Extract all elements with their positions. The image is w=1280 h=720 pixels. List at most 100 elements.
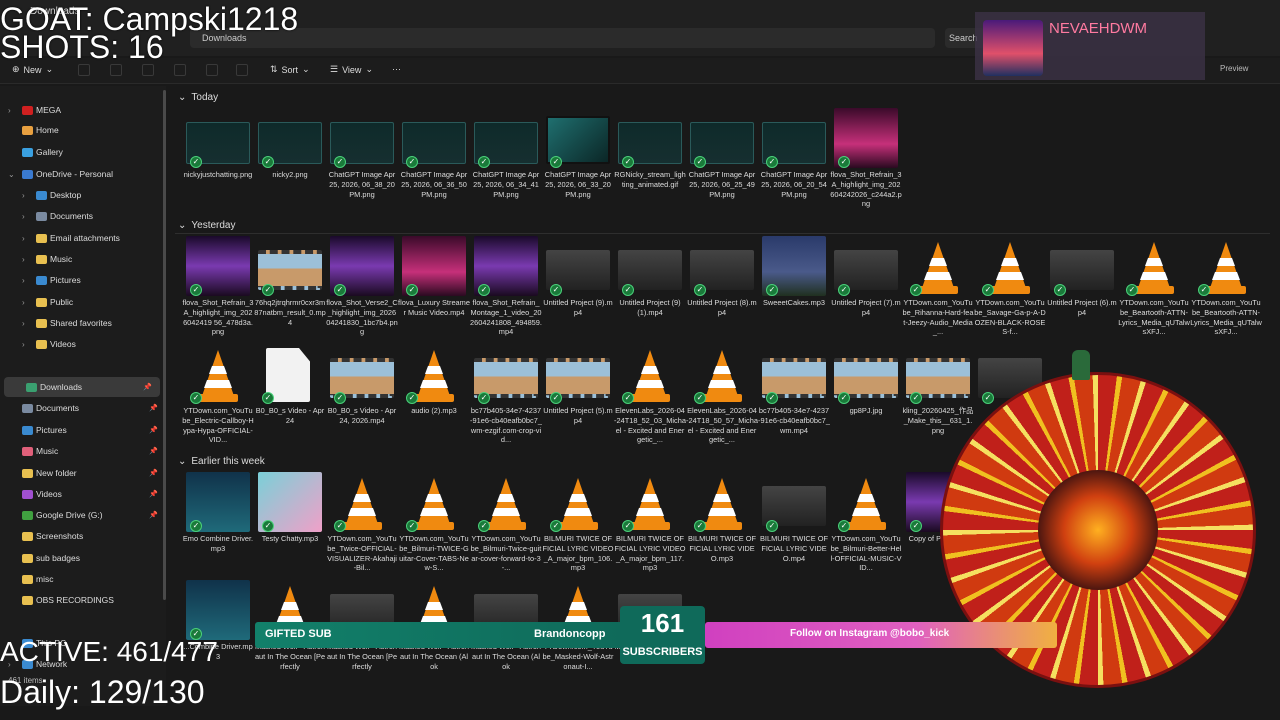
sidebar-item-videos[interactable]: Videos 📌 (0, 484, 166, 504)
group-header-today[interactable]: ⌄ Today (178, 92, 218, 103)
file-item[interactable]: ✓ gp8PJ.jpg (830, 344, 902, 452)
sidebar-item-public[interactable]: › Public (0, 292, 166, 312)
file-item[interactable]: ✓ ChatGPT Image Apr 25, 2026, 06_20_54 PM… (758, 108, 830, 216)
sidebar-item-videos[interactable]: › Videos (0, 334, 166, 354)
chevron-icon[interactable]: › (22, 255, 25, 264)
sidebar-item-gallery[interactable]: Gallery (0, 142, 166, 162)
file-item[interactable]: ✓ BILMURI TWICE OFFICIAL LYRIC VIDEO_A_ma… (542, 472, 614, 580)
file-item[interactable]: ✓ nicky2.png (254, 108, 326, 216)
sidebar-item-google-drive-g-[interactable]: Google Drive (G:) 📌 (0, 505, 166, 525)
file-item[interactable]: ✓ YTDown.com_YouTube_Rihanna-Hard-feat-Je… (902, 236, 974, 344)
sidebar-item-mega[interactable]: › MEGA (0, 100, 166, 120)
file-item[interactable]: ✓ ChatGPT Image Apr 25, 2026, 06_34_41 PM… (470, 108, 542, 216)
sidebar-item-documents[interactable]: › Documents (0, 206, 166, 226)
address-bar[interactable]: Downloads (190, 28, 935, 48)
file-item[interactable]: ✓ Emo Combine Driver.mp3 (182, 472, 254, 580)
chevron-icon[interactable]: ⌄ (8, 170, 15, 179)
chevron-icon[interactable]: › (22, 276, 25, 285)
file-item[interactable]: ✓ B0_B0_s Video - Apr 24 (254, 344, 326, 452)
group-header-yesterday[interactable]: ⌄ Yesterday (178, 220, 236, 231)
chevron-icon[interactable]: › (22, 319, 25, 328)
file-item[interactable]: ✓ YTDown.com_YouTube_Beartooth-ATTN-Lyric… (1118, 236, 1190, 344)
file-item[interactable]: ✓ YTDown.com_YouTube_Bilmuri-TWICE-Guitar… (398, 472, 470, 580)
file-item[interactable]: ✓ ChatGPT Image Apr 25, 2026, 06_36_50 PM… (398, 108, 470, 216)
file-item[interactable]: ✓ Testy Chatty.mp3 (254, 472, 326, 580)
file-item[interactable]: ✓ 76hq2jtrqhrmr0cxr3m87natbm_result_0.mp4 (254, 236, 326, 344)
sidebar-item-pictures[interactable]: Pictures 📌 (0, 420, 166, 440)
paste-icon[interactable] (142, 64, 154, 76)
view-label: View (342, 64, 362, 75)
cut-icon[interactable] (78, 64, 90, 76)
chevron-icon[interactable]: › (22, 298, 25, 307)
sidebar-item-home[interactable]: Home (0, 120, 166, 140)
chevron-icon[interactable]: › (22, 191, 25, 200)
file-item[interactable]: ✓ YTDown.com_YouTube_Beartooth-ATTN-Lyric… (1190, 236, 1262, 344)
file-item[interactable]: ✓ nickyjustchatting.png (182, 108, 254, 216)
sidebar-item-obs-recordings[interactable]: OBS RECORDINGS (0, 590, 166, 610)
chevron-icon[interactable]: › (22, 212, 25, 221)
file-item[interactable]: ✓ flova_Shot_Verse2_C_highlight_img_20260… (326, 236, 398, 344)
file-item[interactable]: ✓ flova_Shot_Refrain_3A_highlight_img_202… (182, 236, 254, 344)
file-item[interactable]: ✓ flova_Shot_Refrain_3A_highlight_img_202… (830, 108, 902, 216)
sidebar-item-shared-favorites[interactable]: › Shared favorites (0, 313, 166, 333)
file-item[interactable]: ✓ Untitled Project (8).mp4 (686, 236, 758, 344)
file-item[interactable]: ✓ audio (2).mp3 (398, 344, 470, 452)
file-item[interactable]: ✓ YTDown.com_YouTube_Twice-OFFICIAL-VISUA… (326, 472, 398, 580)
file-item[interactable]: ✓ kling_20260425_作品_Make_this__631_1.png (902, 344, 974, 452)
file-item[interactable]: ✓ RGNicky_stream_lighting_animated.gif (614, 108, 686, 216)
file-item[interactable]: ✓ Untitled Project (9).mp4 (542, 236, 614, 344)
file-name: ChatGPT Image Apr 25, 2026, 06_20_54 PM.… (760, 170, 828, 199)
rename-icon[interactable] (174, 64, 186, 76)
sidebar-item-email-attachments[interactable]: › Email attachments (0, 228, 166, 248)
file-item[interactable]: ✓ ...Combine Driver.mp3 (182, 580, 254, 688)
file-item[interactable]: ✓ Untitled Project (6).mp4 (1046, 236, 1118, 344)
sidebar-item-documents[interactable]: Documents 📌 (0, 398, 166, 418)
copy-icon[interactable] (110, 64, 122, 76)
sidebar-item-music[interactable]: Music 📌 (0, 441, 166, 461)
sidebar-item-misc[interactable]: misc (0, 569, 166, 589)
more-options-button[interactable]: ··· (392, 64, 401, 74)
file-item[interactable]: ✓ YTDown.com_YouTube_Savage-Ga-p-A-DOZEN-… (974, 236, 1046, 344)
file-item[interactable]: ✓ bc77b405-34e7-4237-91e6-cb40eafb0bc7_wm… (758, 344, 830, 452)
file-item[interactable]: ✓ flova_Shot_Refrain_Montage_1_video_2026… (470, 236, 542, 344)
file-item[interactable]: ✓ flova_Luxury Streamer Music Video.mp4 (398, 236, 470, 344)
sidebar-item-pictures[interactable]: › Pictures (0, 270, 166, 290)
sidebar-scrollbar[interactable] (163, 90, 166, 600)
file-item[interactable]: ✓ BILMURI TWICE OFFICIAL LYRIC VIDEO.mp3 (686, 472, 758, 580)
sidebar-item-downloads[interactable]: Downloads 📌 (4, 377, 160, 397)
file-item[interactable]: ✓ Untitled Project (9) (1).mp4 (614, 236, 686, 344)
file-item[interactable]: ✓ Untitled Project (5).mp4 (542, 344, 614, 452)
preview-button[interactable]: Preview (1220, 64, 1248, 73)
file-item[interactable]: ✓ SweeetCakes.mp3 (758, 236, 830, 344)
sidebar-item-new-folder[interactable]: New folder 📌 (0, 463, 166, 483)
file-item[interactable]: ✓ bc77b405-34e7-4237-91e6-cb40eafb0bc7_wm… (470, 344, 542, 452)
file-item[interactable]: ✓ B0_B0_s Video - Apr 24, 2026.mp4 (326, 344, 398, 452)
chevron-icon[interactable]: › (22, 234, 25, 243)
sidebar-item-desktop[interactable]: › Desktop (0, 185, 166, 205)
file-item[interactable]: ✓ BILMURI TWICE OFFICIAL LYRIC VIDEO_A_ma… (614, 472, 686, 580)
file-item[interactable]: ✓ Untitled Project (7).mp4 (830, 236, 902, 344)
file-item[interactable]: ✓ ElevenLabs_2026-04-24T18_50_57_Michael … (686, 344, 758, 452)
chevron-icon[interactable]: › (22, 340, 25, 349)
sidebar-item-onedrive-personal[interactable]: ⌄ OneDrive - Personal (0, 164, 166, 184)
sidebar-item-music[interactable]: › Music (0, 249, 166, 269)
file-item[interactable]: ✓ YTDown.com_YouTube_Electric-Callboy-Hyp… (182, 344, 254, 452)
sort-button[interactable]: ⇅ Sort ⌄ (270, 64, 310, 75)
file-item[interactable]: ✓ YTDown.com_YouTube_Bilmuri-Better-Hell-… (830, 472, 902, 580)
sidebar-item-screenshots[interactable]: Screenshots (0, 526, 166, 546)
delete-icon[interactable] (236, 64, 248, 76)
file-item[interactable]: ✓ YTDown.com_YouTube_Bilmuri-Twice-guitar… (470, 472, 542, 580)
file-item[interactable]: ✓ BILMURI TWICE OFFICIAL LYRIC VIDEO.mp4 (758, 472, 830, 580)
file-name: flova_Shot_Refrain_Montage_1_video_20260… (470, 298, 542, 337)
chevron-icon[interactable]: › (8, 106, 11, 115)
group-header-earlier[interactable]: ⌄ Earlier this week (178, 456, 265, 467)
file-item[interactable]: ✓ ChatGPT Image Apr 25, 2026, 06_38_20 PM… (326, 108, 398, 216)
file-item[interactable]: ✓ ChatGPT Image Apr 25, 2026, 06_33_20 PM… (542, 108, 614, 216)
file-item[interactable]: ✓ ChatGPT Image Apr 25, 2026, 06_25_49 PM… (686, 108, 758, 216)
sidebar-item-sub-badges[interactable]: sub badges (0, 548, 166, 568)
share-icon[interactable] (206, 64, 218, 76)
file-item[interactable]: ✓ ElevenLabs_2026-04-24T18_52_03_Michael … (614, 344, 686, 452)
file-name: 76hq2jtrqhrmr0cxr3m87natbm_result_0.mp4 (254, 298, 326, 327)
view-button[interactable]: ☰ View ⌄ (330, 64, 373, 75)
new-button[interactable]: ⊕ New ⌄ (12, 64, 53, 75)
